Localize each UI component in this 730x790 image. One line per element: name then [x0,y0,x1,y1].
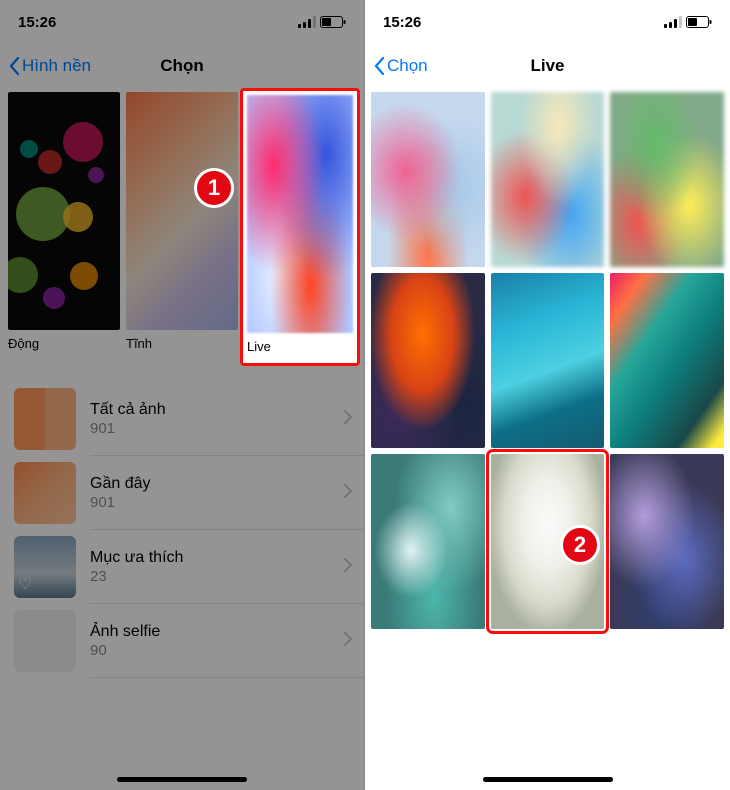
album-recents-count: 901 [90,494,330,511]
status-indicators [298,16,346,28]
step-badge-2: 2 [560,525,600,565]
signal-icon [664,16,682,28]
wallpaper-item[interactable] [371,454,485,629]
album-all-count: 901 [90,420,330,437]
album-favorites-thumb: ♡ [14,536,76,598]
album-all-title: Tất cả ảnh [90,401,330,419]
album-favorites-title: Mục ưa thích [90,549,330,567]
category-stills-label: Tĩnh [126,336,238,354]
category-live-label: Live [247,339,353,357]
signal-icon [298,16,316,28]
album-all-thumb [14,388,76,450]
step-badge-1: 1 [194,168,234,208]
chevron-right-icon [344,558,352,577]
category-dynamic-label: Động [8,336,120,354]
chevron-right-icon [344,632,352,651]
album-list: Tất cả ảnh 901 Gần đây 901 ♡ Mục ưa thíc… [0,382,364,678]
category-stills-thumb [126,92,238,330]
album-favorites-count: 23 [90,568,330,585]
album-recents-thumb [14,462,76,524]
category-stills[interactable]: Tĩnh [126,92,238,366]
album-selfies-count: 90 [90,642,330,659]
wallpaper-item[interactable] [610,454,724,629]
album-selfies[interactable]: Ảnh selfie 90 [0,604,364,678]
nav-back-label: Hình nền [22,56,91,76]
wallpaper-item[interactable] [371,92,485,267]
nav-bar: Chọn Live [365,44,730,88]
screen-choose-wallpaper: 15:26 Hình nền Chọn [0,0,365,790]
wallpaper-item[interactable] [610,273,724,448]
nav-bar: Hình nền Chọn [0,44,364,88]
wallpaper-category-row: Động Tĩnh Live [0,88,364,366]
category-live-thumb [247,95,353,333]
battery-icon [320,16,346,28]
album-recents-title: Gần đây [90,475,330,493]
status-bar: 15:26 [365,0,730,44]
nav-back-button[interactable]: Hình nền [8,56,91,76]
wallpaper-item[interactable] [610,92,724,267]
category-live[interactable]: Live [244,92,356,366]
album-recents[interactable]: Gần đây 901 [0,456,364,530]
album-selfies-thumb [14,610,76,672]
album-favorites[interactable]: ♡ Mục ưa thích 23 [0,530,364,604]
chevron-right-icon [344,484,352,503]
chevron-left-icon [373,56,385,76]
wallpaper-item[interactable] [491,92,605,267]
battery-icon [686,16,712,28]
status-time: 15:26 [383,14,421,31]
live-wallpaper-grid [365,88,730,633]
screen-live-wallpapers: 15:26 Chọn Live 2 [365,0,730,790]
chevron-left-icon [8,56,20,76]
status-indicators [664,16,712,28]
highlight-box-1: Live [240,88,360,366]
home-indicator[interactable] [117,777,247,782]
chevron-right-icon [344,410,352,429]
home-indicator[interactable] [483,777,613,782]
nav-back-label: Chọn [387,56,428,76]
status-time: 15:26 [18,14,56,31]
category-dynamic[interactable]: Động [8,92,120,366]
heart-icon: ♡ [18,574,32,594]
wallpaper-item[interactable] [491,273,605,448]
album-selfies-title: Ảnh selfie [90,623,330,641]
category-dynamic-thumb [8,92,120,330]
wallpaper-item[interactable] [371,273,485,448]
status-bar: 15:26 [0,0,364,44]
album-all-photos[interactable]: Tất cả ảnh 901 [0,382,364,456]
nav-back-button[interactable]: Chọn [373,56,428,76]
